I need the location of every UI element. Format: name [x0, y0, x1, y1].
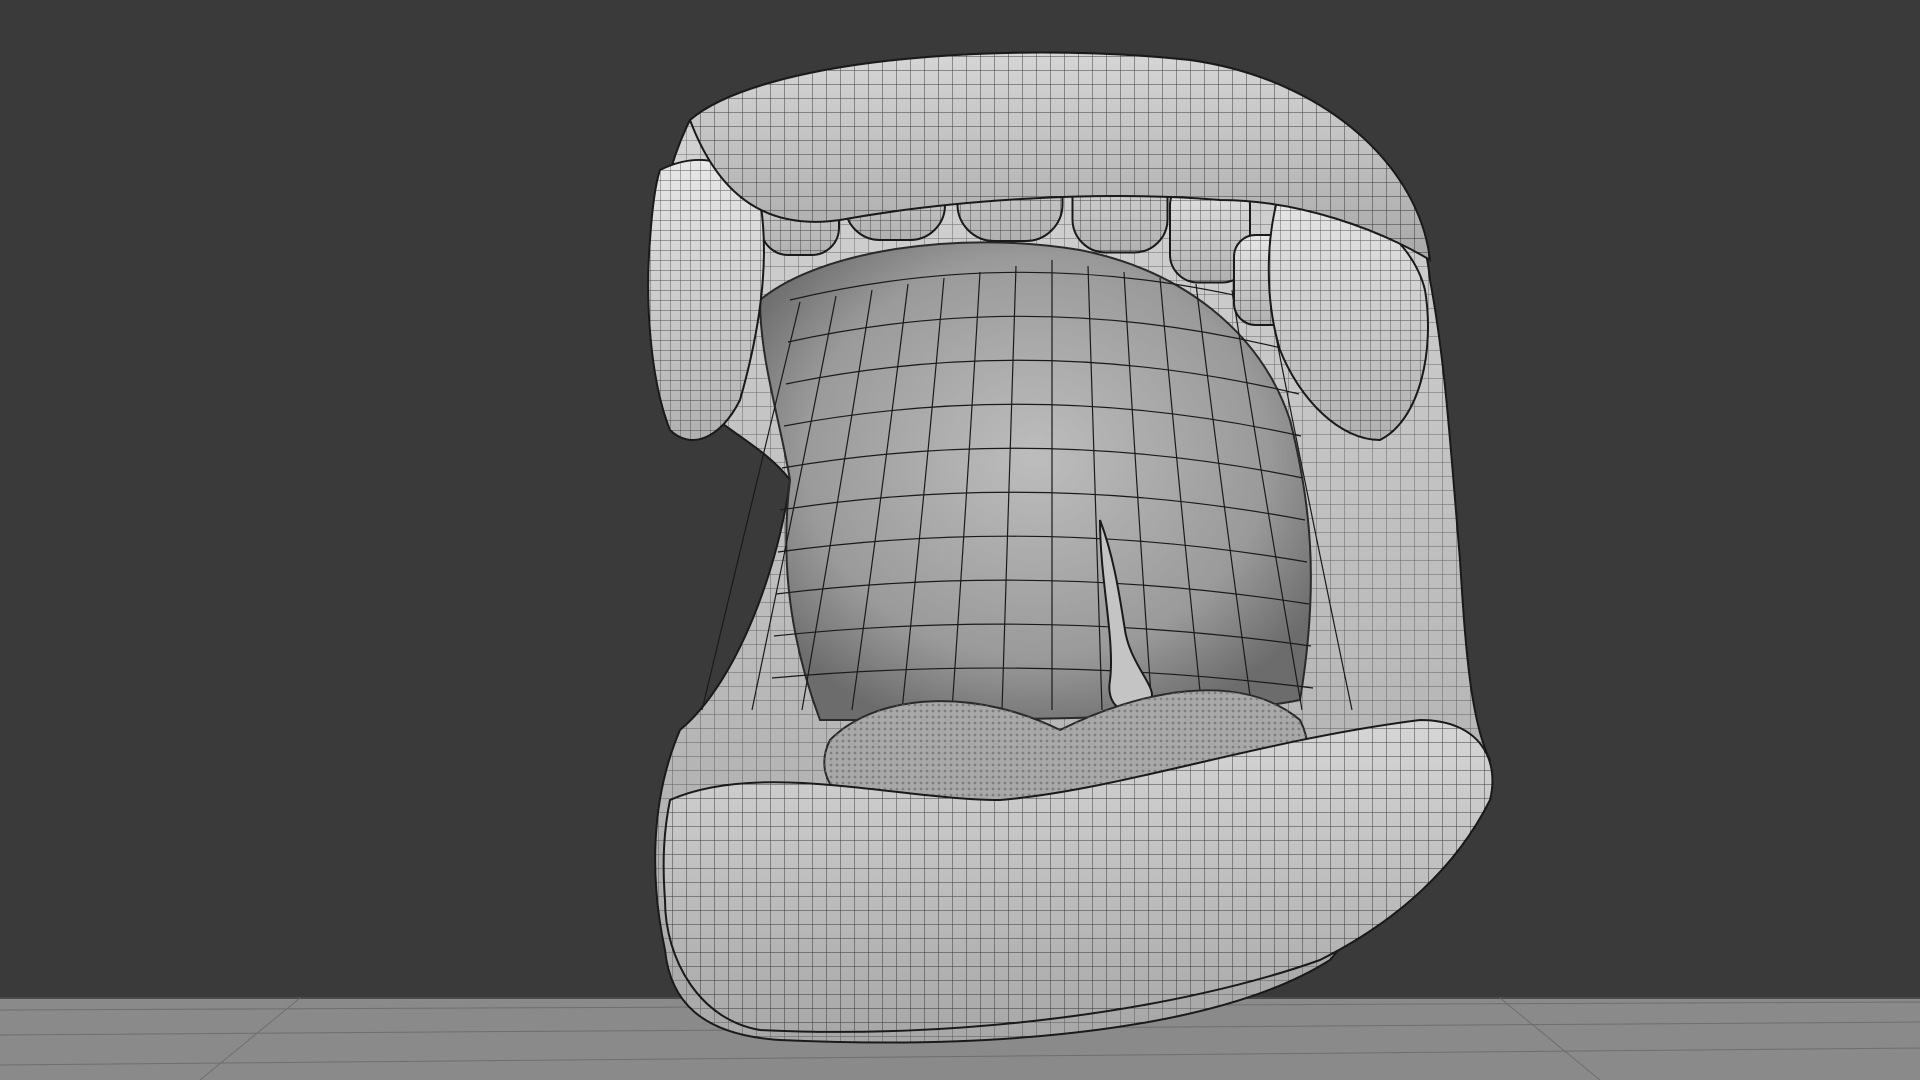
viewport-canvas[interactable] [0, 0, 1920, 1080]
3d-viewport[interactable] [0, 0, 1920, 1080]
mouth-model[interactable] [647, 51, 1494, 1044]
